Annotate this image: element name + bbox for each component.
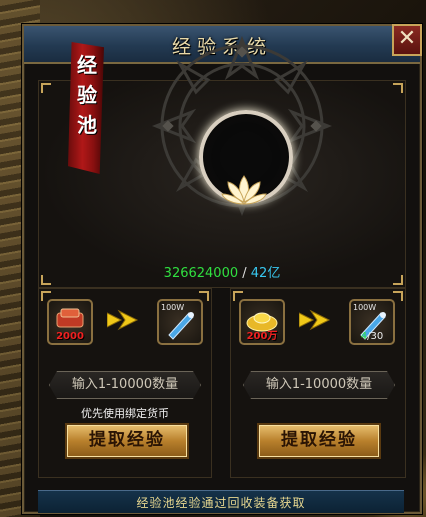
input-item-amount: 2000 <box>56 331 84 342</box>
exp-pool-value: 326624000 / 42亿 <box>24 262 420 281</box>
quantity-input[interactable]: 输入1-10000数量 <box>243 371 395 399</box>
exp-pool-banner-label: 经 验 池 <box>77 53 97 137</box>
output-item-label: 100W <box>161 303 185 312</box>
extract-exp-button[interactable]: 提取经验 <box>257 423 381 459</box>
exp-pool-separator: / <box>238 266 251 281</box>
exp-pool-max: 42亿 <box>250 266 281 281</box>
footer-hint: 经验池经验通过回收装备获取 <box>136 496 306 510</box>
corner-ornament <box>41 83 51 93</box>
corner-ornament <box>393 291 403 301</box>
exchange-panel-bound: 2000 100W 输入1-10000数量 优先使用绑定货币 提取经验 <box>38 288 212 478</box>
output-count-max: /30 <box>367 331 384 342</box>
input-item-slot[interactable]: 2000 <box>47 299 93 345</box>
exp-pool-current: 326624000 <box>163 266 239 281</box>
close-icon: ✕ <box>397 26 417 51</box>
footer-bar: 经验池经验通过回收装备获取 <box>38 490 404 513</box>
output-item-label: 100W <box>353 303 377 312</box>
input-item-slot[interactable]: 200万 <box>239 299 285 345</box>
exp-system-window: 经验系统 ✕ 经 验 池 326624000 / 42亿 2000 100W 输… <box>22 24 422 514</box>
input-item-amount: 200万 <box>246 331 278 342</box>
close-button[interactable]: ✕ <box>392 24 422 56</box>
bound-currency-hint: 优先使用绑定货币 <box>81 407 169 420</box>
lotus-icon <box>221 175 267 205</box>
output-item-count: 4/30 <box>351 331 393 342</box>
arrow-right-icon <box>107 309 139 331</box>
output-item-slot[interactable]: 100W 4/30 <box>349 299 395 345</box>
corner-ornament <box>393 83 403 93</box>
arrow-right-icon <box>299 309 331 331</box>
output-item-slot[interactable]: 100W <box>157 299 203 345</box>
extract-exp-button[interactable]: 提取经验 <box>65 423 189 459</box>
quantity-input[interactable]: 输入1-10000数量 <box>49 371 201 399</box>
exchange-panel-gold: 200万 100W 4/30 输入1-10000数量 提取经验 <box>230 288 406 478</box>
